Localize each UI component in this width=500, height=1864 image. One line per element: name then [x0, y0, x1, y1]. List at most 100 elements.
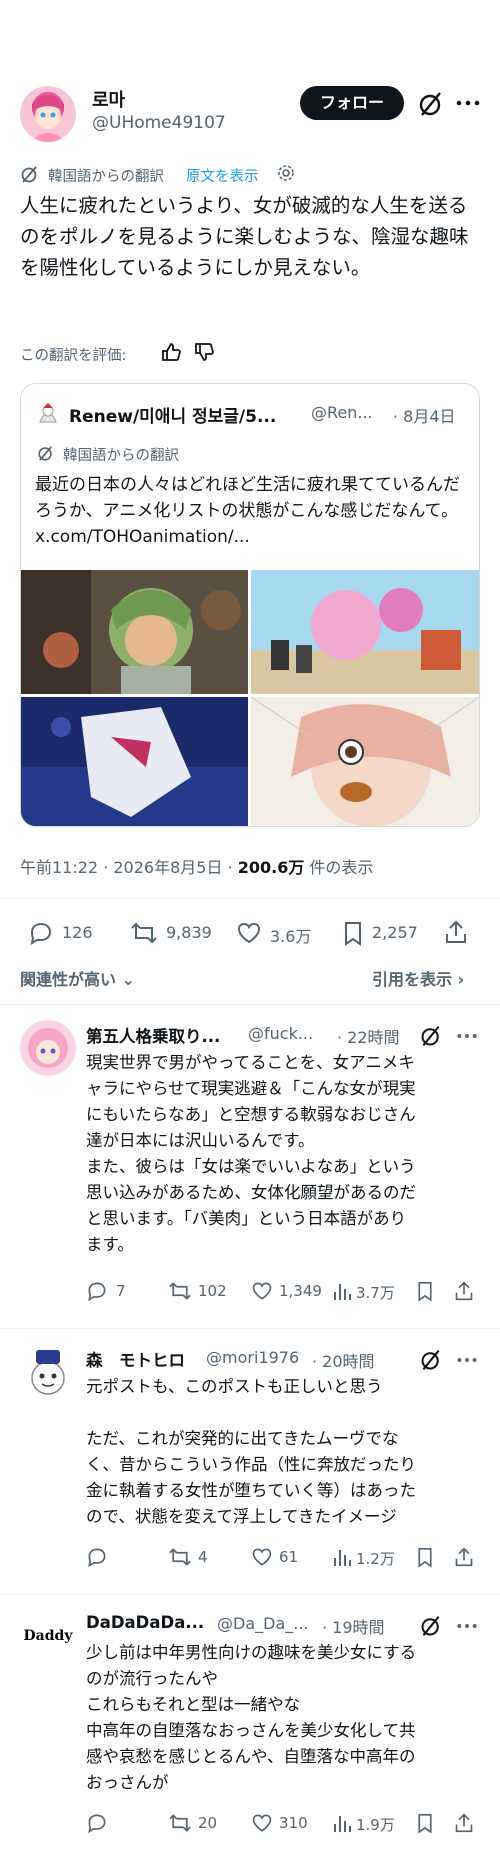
more-icon[interactable] [456, 1029, 478, 1043]
divider [0, 1594, 500, 1595]
bookmark-icon[interactable] [416, 1546, 434, 1568]
reply-2-body: 元ポストも、このポストも正しいと思う ただ、これが突発的に出てきたムーヴでな く… [86, 1374, 476, 1530]
grok-icon[interactable] [420, 1615, 442, 1637]
reply-3-handle[interactable]: @Da_Da_... [217, 1614, 309, 1633]
reply-3-line: これらもそれと型は一緒やな [86, 1695, 301, 1714]
reply-2-line: ので、状態を変えて浮上してきたイメージ [86, 1507, 397, 1526]
settings-icon[interactable] [277, 164, 295, 182]
quote-image-2[interactable] [251, 570, 479, 694]
thumbs-up-icon[interactable] [160, 341, 182, 363]
chevron-down-icon: ⌄ [121, 970, 135, 989]
like-count: 61 [279, 1548, 299, 1566]
reply-icon[interactable] [86, 1546, 108, 1568]
reply-1-line: 思い込みがあるため、女体化願望があるのだ [86, 1183, 416, 1202]
reply-2-name[interactable]: 森 モトヒロ [86, 1347, 185, 1371]
rate-translation-label: この翻訳を評価: [20, 348, 127, 364]
reply-3-actions: 20 310 1.9万 [86, 1812, 486, 1838]
reply-1-handle[interactable]: @fuck... [248, 1024, 313, 1043]
share-icon[interactable] [454, 1812, 474, 1834]
post-body: 人生に疲れたというより、女が破滅的な人生を送るのをポルノを見るように楽しむような… [20, 194, 469, 279]
quote-image-3[interactable] [21, 697, 248, 826]
more-icon[interactable] [456, 1619, 478, 1633]
reply-1-actions: 7 102 1,349 3.7万 [86, 1280, 486, 1306]
reply-3-name[interactable]: DaDaDaDa... [86, 1613, 204, 1632]
bookmark-count: 2,257 [372, 923, 418, 942]
author-name[interactable]: 로마 [92, 86, 125, 112]
bookmark-button[interactable] [342, 920, 364, 946]
grok-icon[interactable] [420, 1349, 442, 1371]
views-icon[interactable] [332, 1812, 352, 1834]
more-icon[interactable] [455, 95, 481, 111]
reply-count: 126 [62, 923, 93, 942]
reply-1-line: ます。 [86, 1235, 134, 1254]
thumbs-down-icon[interactable] [193, 341, 215, 363]
views-icon[interactable] [332, 1280, 352, 1302]
reply-2-line: 元ポストも、このポストも正しいと思う [86, 1377, 383, 1396]
follow-button[interactable]: フォロー [300, 86, 404, 120]
reply-3-line: 少し前は中年男性向けの趣味を美少女にする [86, 1643, 417, 1662]
reply-avatar[interactable] [20, 1344, 76, 1400]
repost-icon[interactable] [168, 1280, 192, 1302]
reply-2-time: · 20時間 [312, 1352, 375, 1371]
reply-1-body: 現実世界で男がやってることを、女アニメキ ャラにやらせて現実逃避＆「こんな女が現… [86, 1050, 476, 1258]
repost-icon[interactable] [168, 1812, 192, 1834]
quoted-post-card[interactable]: Renew/미애니 정보글/5... @Ren... · 8月4日 韓国語からの… [20, 383, 480, 827]
like-count: 3.6万 [270, 927, 312, 946]
like-button[interactable] [236, 920, 262, 946]
reply-1-line: にもいたらなあ」と空想する軟弱なおじさん [86, 1105, 416, 1124]
quote-body: 最近の日本の人々はどれほど生活に疲れ果てているんだろうか、アニメ化リストの状態が… [35, 475, 460, 547]
views-count: 1.9万 [356, 1816, 395, 1834]
reply-1-time: · 22時間 [337, 1028, 400, 1047]
reply-3-body: 少し前は中年男性向けの趣味を美少女にする のが流行ったんや これらもそれと型は一… [86, 1640, 476, 1796]
sort-relevance-label: 関連性が高い [20, 970, 117, 989]
show-quotes-label: 引用を表示 [372, 970, 453, 989]
author-avatar[interactable] [20, 86, 76, 142]
like-count: 1,349 [279, 1282, 322, 1300]
reply-1-line: 現実世界で男がやってることを、女アニメキ [86, 1053, 415, 1072]
divider [0, 898, 500, 899]
reply-button[interactable] [28, 920, 54, 946]
avatar-logo-text: Daddy [23, 1628, 73, 1644]
sort-relevance[interactable]: 関連性が高い ⌄ [20, 966, 135, 990]
repost-button[interactable] [130, 920, 158, 946]
show-original-link[interactable]: 原文を表示 [186, 165, 259, 186]
reply-2-line [86, 1400, 476, 1426]
reply-1-line: と思います。「バ美肉」という日本語があり [86, 1209, 407, 1228]
reply-2-handle[interactable]: @mori1976 [206, 1348, 299, 1367]
quote-author-name: Renew/미애니 정보글/5... [69, 407, 277, 427]
reply-2-line: ただ、これが突発的に出てきたムーヴでな [86, 1429, 399, 1448]
translation-label: 韓国語からの翻訳 [48, 169, 164, 185]
reply-1-line: また、彼らは「女は楽でいいよなあ」という [86, 1157, 416, 1176]
quote-image-4[interactable] [251, 697, 479, 826]
share-icon[interactable] [454, 1546, 474, 1568]
reply-avatar[interactable]: Daddy [20, 1610, 76, 1666]
repost-count: 102 [198, 1282, 227, 1300]
repost-icon[interactable] [168, 1546, 192, 1568]
repost-count: 9,839 [166, 923, 212, 942]
reply-icon[interactable] [86, 1812, 108, 1834]
bookmark-icon[interactable] [416, 1812, 434, 1834]
like-count: 310 [279, 1814, 308, 1832]
views-count: 1.2万 [356, 1550, 395, 1568]
share-icon[interactable] [444, 919, 468, 945]
quote-translate-icon [37, 444, 55, 462]
more-icon[interactable] [456, 1353, 478, 1367]
reply-1-name[interactable]: 第五人格乗取り... [86, 1023, 220, 1047]
share-icon[interactable] [454, 1280, 474, 1302]
show-quotes-link[interactable]: 引用を表示 › [372, 966, 464, 990]
reply-icon[interactable] [86, 1280, 108, 1302]
grok-icon[interactable] [420, 1025, 442, 1047]
repost-count: 4 [198, 1548, 208, 1566]
like-icon[interactable] [251, 1280, 273, 1302]
chevron-right-icon: › [457, 970, 465, 989]
reply-3-time: · 19時間 [322, 1618, 385, 1637]
post-timestamp: 午前11:22 · 2026年8月5日 · 200.6万 件の表示 [20, 854, 373, 878]
like-icon[interactable] [251, 1546, 273, 1568]
author-handle[interactable]: @UHome49107 [92, 113, 226, 133]
like-icon[interactable] [251, 1812, 273, 1834]
grok-icon[interactable] [418, 91, 444, 117]
reply-avatar[interactable] [20, 1020, 76, 1076]
quote-image-1[interactable] [21, 570, 248, 694]
bookmark-icon[interactable] [416, 1280, 434, 1302]
views-icon[interactable] [332, 1546, 352, 1568]
